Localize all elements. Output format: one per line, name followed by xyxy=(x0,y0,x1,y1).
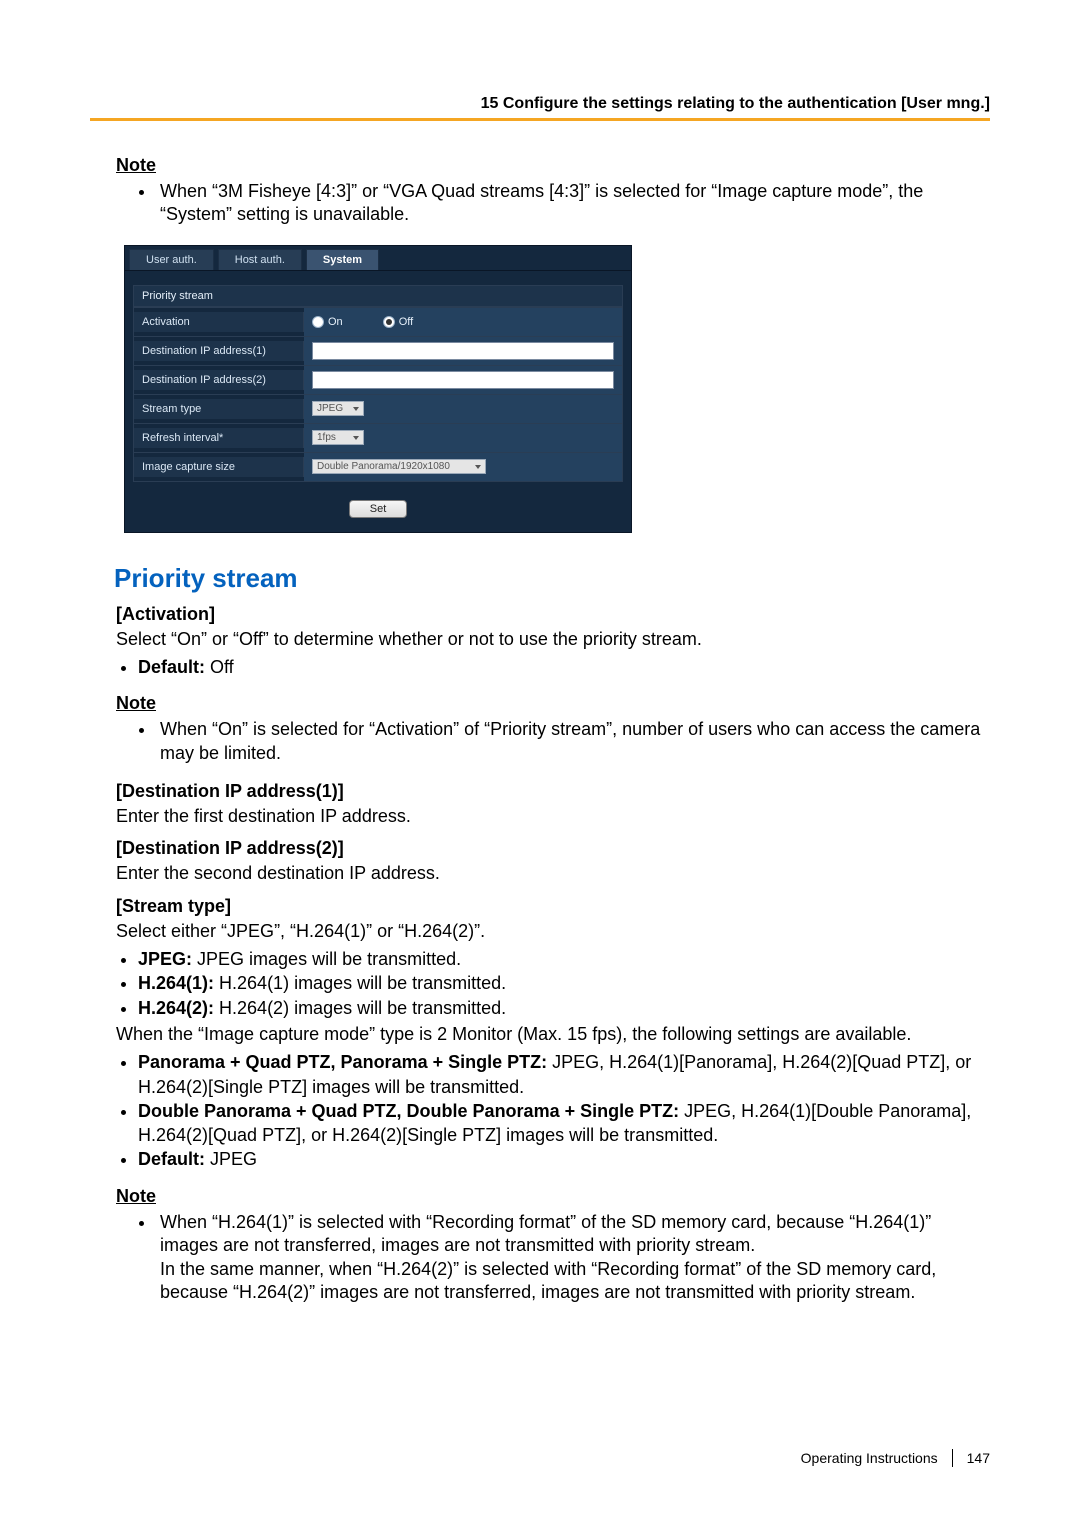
item-jpeg: JPEG: JPEG images will be transmitted. xyxy=(138,947,990,971)
section-heading-priority-stream: Priority stream xyxy=(114,563,990,594)
input-dest1[interactable] xyxy=(312,342,614,360)
item-h264-2: H.264(2): H.264(2) images will be transm… xyxy=(138,996,990,1020)
radio-off-label: Off xyxy=(399,316,413,328)
h1-rest: H.264(1) images will be transmitted. xyxy=(214,973,506,993)
radio-on[interactable]: On xyxy=(312,316,343,328)
radio-on-label: On xyxy=(328,316,343,328)
h2-rest: H.264(2) images will be transmitted. xyxy=(214,998,506,1018)
default-val: Off xyxy=(205,657,234,677)
item-dpano: Double Panorama + Quad PTZ, Double Panor… xyxy=(138,1099,990,1148)
default-val: JPEG xyxy=(205,1149,257,1169)
tab-system[interactable]: System xyxy=(306,249,379,270)
select-refresh[interactable]: 1fps xyxy=(312,430,364,445)
page-header: 15 Configure the settings relating to th… xyxy=(481,95,990,113)
para-mode: When the “Image capture mode” type is 2 … xyxy=(116,1022,990,1046)
page-footer: Operating Instructions 147 xyxy=(801,1449,990,1467)
label-dest2: Destination IP address(2) xyxy=(134,370,304,390)
dpano-label: Double Panorama + Quad PTZ, Double Panor… xyxy=(138,1101,679,1121)
footer-label: Operating Instructions xyxy=(801,1450,938,1466)
h1-label: H.264(1): xyxy=(138,973,214,993)
label-refresh: Refresh interval* xyxy=(134,428,304,448)
footer-page: 147 xyxy=(967,1450,990,1466)
label-stream-type: Stream type xyxy=(134,399,304,419)
note-heading: Note xyxy=(116,693,990,714)
settings-panel: User auth. Host auth. System Priority st… xyxy=(124,245,632,533)
tab-user-auth[interactable]: User auth. xyxy=(129,249,214,270)
item-pano: Panorama + Quad PTZ, Panorama + Single P… xyxy=(138,1050,990,1099)
select-stream-type[interactable]: JPEG xyxy=(312,401,364,416)
note-heading: Note xyxy=(116,155,990,176)
label-dest1: Destination IP address(1) xyxy=(134,341,304,361)
section-title: Priority stream xyxy=(134,286,622,307)
note-item: When “H.264(1)” is selected with “Record… xyxy=(156,1211,990,1305)
default-streamtype: Default: JPEG xyxy=(138,1147,990,1171)
default-activation: Default: Off xyxy=(138,655,990,679)
para-streamtype: Select either “JPEG”, “H.264(1)” or “H.2… xyxy=(116,919,990,943)
note3-line1: When “H.264(1)” is selected with “Record… xyxy=(160,1212,931,1255)
sub-dest1: [Destination IP address(1)] xyxy=(116,781,990,802)
sub-streamtype: [Stream type] xyxy=(116,896,990,917)
sub-dest2: [Destination IP address(2)] xyxy=(116,838,990,859)
select-capture-size[interactable]: Double Panorama/1920x1080 xyxy=(312,459,486,474)
default-label: Default: xyxy=(138,657,205,677)
input-dest2[interactable] xyxy=(312,371,614,389)
label-capture: Image capture size xyxy=(134,457,304,477)
para-activation: Select “On” or “Off” to determine whethe… xyxy=(116,627,990,651)
para-dest1: Enter the first destination IP address. xyxy=(116,804,990,828)
tab-host-auth[interactable]: Host auth. xyxy=(218,249,302,270)
radio-off[interactable]: Off xyxy=(383,316,413,328)
label-activation: Activation xyxy=(134,312,304,332)
set-button[interactable]: Set xyxy=(349,500,408,518)
default-label: Default: xyxy=(138,1149,205,1169)
note3-line2: In the same manner, when “H.264(2)” is s… xyxy=(160,1259,936,1302)
sub-activation: [Activation] xyxy=(116,604,990,625)
note-heading: Note xyxy=(116,1186,990,1207)
item-h264-1: H.264(1): H.264(1) images will be transm… xyxy=(138,971,990,995)
note-item: When “On” is selected for “Activation” o… xyxy=(156,718,990,765)
jpeg-label: JPEG: xyxy=(138,949,192,969)
jpeg-rest: JPEG images will be transmitted. xyxy=(192,949,461,969)
para-dest2: Enter the second destination IP address. xyxy=(116,861,990,885)
note-item: When “3M Fisheye [4:3]” or “VGA Quad str… xyxy=(156,180,990,227)
pano-label: Panorama + Quad PTZ, Panorama + Single P… xyxy=(138,1052,547,1072)
header-rule xyxy=(90,118,990,121)
h2-label: H.264(2): xyxy=(138,998,214,1018)
